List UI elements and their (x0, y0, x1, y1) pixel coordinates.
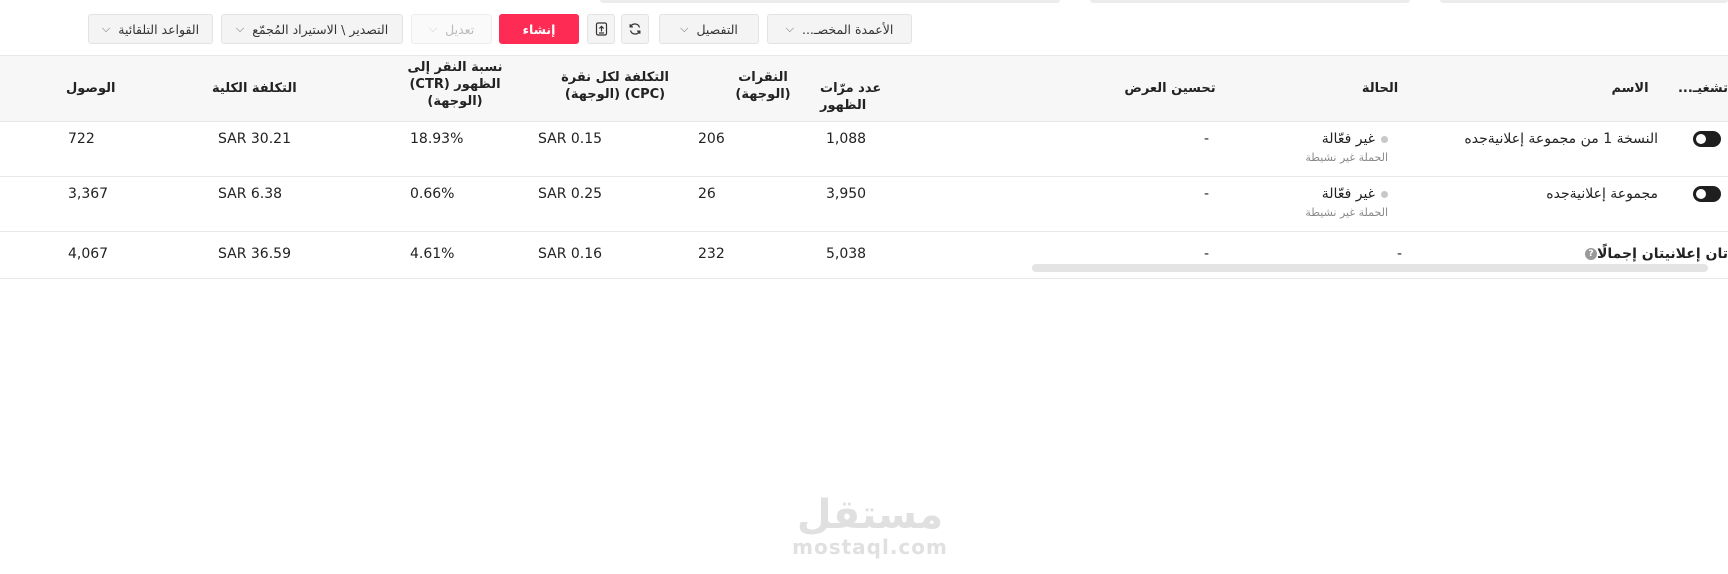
watermark: مستقل mostaql.com (785, 495, 955, 559)
table-header: تشغيـ... الاسم الحالة تحسين العرض عدد مر… (0, 55, 1728, 122)
auto-rules-label: القواعد التلقائية (118, 21, 200, 37)
total-cost-cell: SAR 36.59 (218, 246, 291, 262)
chevron-down-icon: ⌵ (680, 22, 689, 35)
delivery-opt-cell: - (1204, 246, 1210, 262)
impressions-cell: 5,038 (826, 246, 867, 262)
breakdown-dropdown[interactable]: التفصيل ⌵ (659, 14, 759, 44)
watermark-arabic: مستقل (796, 492, 944, 538)
col-ctr[interactable]: نسبة النقر إلى الظهور (CTR) (الوجهة) (405, 59, 505, 110)
watermark-latin: mostaql.com (792, 535, 948, 559)
status-cell: غير فعّالة الحملة غير نشيطة (1305, 131, 1388, 164)
table-row[interactable]: مجموعة إعلانيةجده غير فعّالة الحملة غير … (0, 177, 1728, 232)
status-label: غير فعّالة (1321, 186, 1375, 202)
status-sub-label: الحملة غير نشيطة (1305, 206, 1388, 219)
status-dot-icon (1381, 190, 1388, 198)
total-cost-cell: SAR 30.21 (218, 131, 291, 147)
horizontal-scrollbar[interactable] (1032, 264, 1708, 272)
export-file-icon (595, 22, 607, 36)
edit-dropdown[interactable]: تعديل ⌵ (411, 14, 492, 44)
create-label: إنشاء (522, 21, 556, 37)
status-sub-label: الحملة غير نشيطة (1305, 151, 1388, 164)
totals-label-text: تان إعلانيتان إجمالًا (1596, 246, 1728, 262)
status-label: غير فعّالة (1321, 131, 1375, 147)
col-impressions[interactable]: عدد مرّات الظهور (820, 80, 930, 114)
create-button[interactable]: إنشاء (499, 14, 579, 44)
status-dot-icon (1381, 135, 1388, 143)
toolbar: القواعد التلقائية ⌵ التصدير \ الاستيراد … (0, 14, 1728, 46)
export-import-dropdown[interactable]: التصدير \ الاستيراد المُجمّع ⌵ (221, 14, 403, 44)
ad-name-link[interactable]: مجموعة إعلانيةجده (1546, 186, 1658, 202)
ad-toggle-switch[interactable] (1693, 186, 1721, 202)
delivery-opt-cell: - (1204, 186, 1210, 202)
chevron-down-icon: ⌵ (235, 22, 245, 35)
status-cell: - (1397, 246, 1403, 262)
impressions-cell: 1,088 (826, 131, 867, 147)
chevron-down-icon: ⌵ (101, 22, 111, 35)
col-total-cost[interactable]: التكلفة الكلية (212, 80, 312, 97)
ctr-cell: 0.66% (410, 186, 455, 202)
ad-toggle-switch[interactable] (1693, 131, 1721, 147)
ctr-cell: 18.93% (410, 131, 464, 147)
cpc-cell: SAR 0.16 (538, 246, 603, 262)
reach-cell: 722 (68, 131, 95, 147)
clicks-cell: 232 (698, 246, 725, 262)
reach-cell: 3,367 (68, 186, 109, 202)
auto-rules-dropdown[interactable]: القواعد التلقائية ⌵ (88, 14, 213, 44)
col-toggle[interactable]: تشغيـ... (1678, 80, 1728, 97)
breakdown-label: التفصيل (696, 21, 738, 37)
clicks-cell: 26 (698, 186, 716, 202)
info-icon[interactable]: ? (1584, 248, 1597, 260)
custom-columns-label: الأعمدة المخصـ... (801, 21, 894, 37)
col-clicks[interactable]: النقرات (الوجهة) (733, 69, 793, 103)
col-status[interactable]: الحالة (1340, 80, 1420, 97)
refresh-button[interactable] (621, 14, 649, 44)
custom-columns-dropdown[interactable]: الأعمدة المخصـ... ⌵ (767, 14, 912, 44)
edit-label: تعديل (445, 21, 475, 37)
clicks-cell: 206 (698, 131, 725, 147)
export-import-label: التصدير \ الاستيراد المُجمّع (252, 21, 389, 37)
export-file-button[interactable] (587, 14, 615, 44)
impressions-cell: 3,950 (826, 186, 867, 202)
ad-name-link[interactable]: النسخة 1 من مجموعة إعلانيةجده (1464, 131, 1658, 147)
ctr-cell: 4.61% (410, 246, 455, 262)
top-edge (0, 0, 1728, 6)
cpc-cell: SAR 0.25 (538, 186, 603, 202)
col-delivery-optimization[interactable]: تحسين العرض (1100, 80, 1240, 97)
reach-cell: 4,067 (68, 246, 109, 262)
col-name[interactable]: الاسم (1600, 80, 1660, 97)
ads-table: تشغيـ... الاسم الحالة تحسين العرض عدد مر… (0, 55, 1728, 279)
status-cell: غير فعّالة الحملة غير نشيطة (1305, 186, 1388, 219)
col-cpc[interactable]: التكلفة لكل نقرة (CPC) (الوجهة) (560, 69, 670, 103)
chevron-down-icon: ⌵ (785, 22, 794, 35)
table-row[interactable]: النسخة 1 من مجموعة إعلانيةجده غير فعّالة… (0, 122, 1728, 177)
chevron-down-icon: ⌵ (428, 22, 438, 35)
total-cost-cell: SAR 6.38 (218, 186, 283, 202)
cpc-cell: SAR 0.15 (538, 131, 603, 147)
totals-label: تان إعلانيتان إجمالًا? (1581, 246, 1728, 262)
col-reach[interactable]: الوصول (66, 80, 126, 97)
refresh-icon (629, 23, 641, 35)
delivery-opt-cell: - (1204, 131, 1210, 147)
